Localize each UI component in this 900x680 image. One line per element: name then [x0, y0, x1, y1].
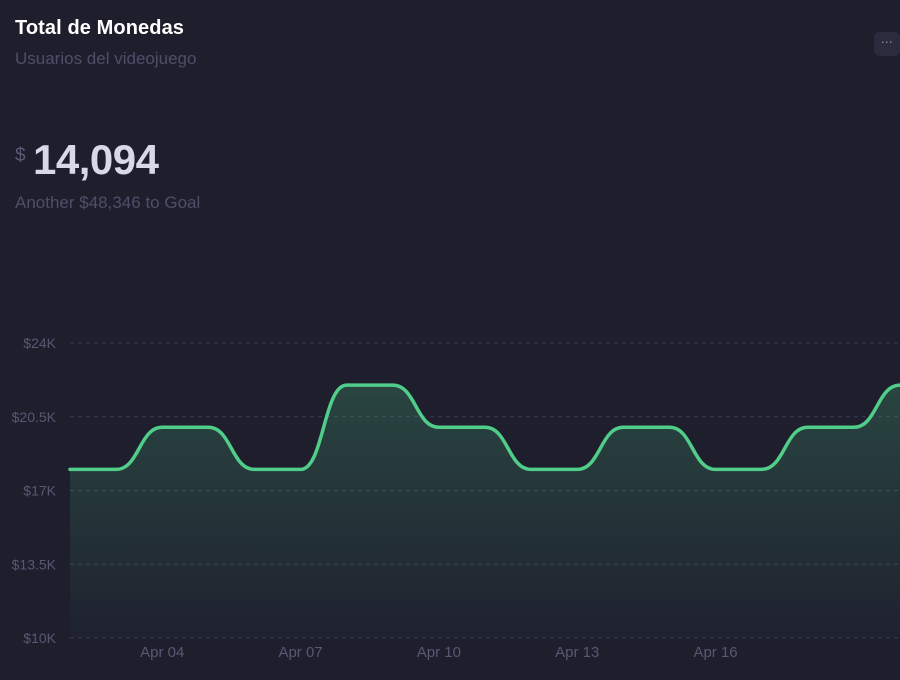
y-tick-label: $24K	[23, 335, 56, 351]
x-tick-label: Apr 13	[555, 644, 599, 661]
y-tick-label: $10K	[23, 630, 56, 646]
y-tick-label: $20.5K	[12, 409, 57, 425]
area-fill	[70, 385, 900, 638]
area-chart: $10K $13.5K $17K $20.5K $24K Apr 04 Apr 07 Apr …	[12, 335, 900, 661]
chart-card: Total de Monedas Usuarios del videojuego…	[0, 0, 900, 680]
y-tick-label: $13.5K	[12, 556, 57, 572]
x-tick-label: Apr 07	[278, 644, 322, 661]
x-tick-label: Apr 10	[417, 644, 461, 661]
y-tick-label: $17K	[23, 483, 56, 499]
x-tick-label: Apr 16	[693, 644, 737, 661]
x-tick-label: Apr 04	[140, 644, 184, 661]
